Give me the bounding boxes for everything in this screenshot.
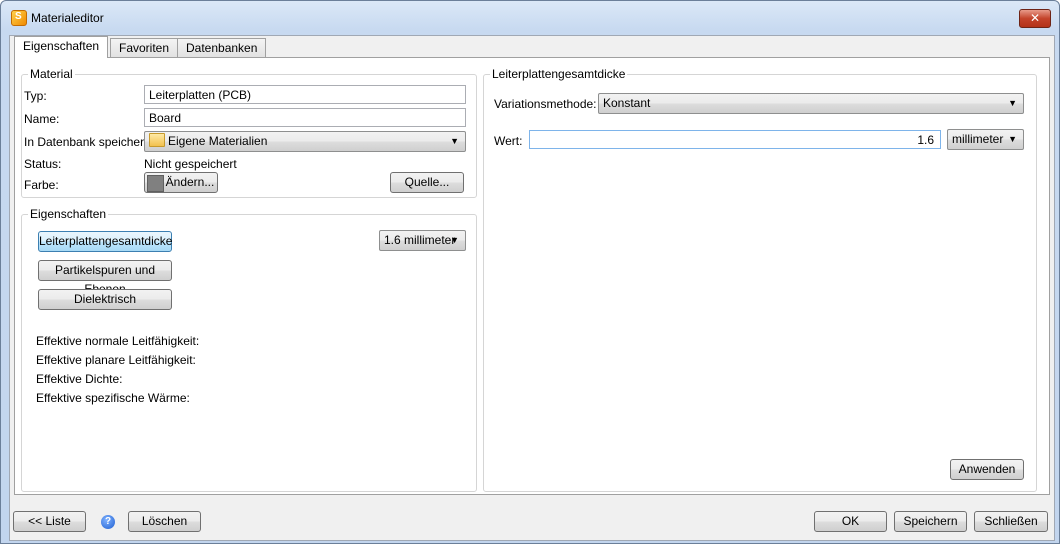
liste-button[interactable]: << Liste — [13, 511, 86, 532]
unit-dropdown[interactable]: millimeter ▼ — [947, 129, 1024, 150]
unit-value: millimeter — [952, 132, 1004, 146]
leiterplattengesamtdicke-button[interactable]: Leiterplattengesamtdicke — [38, 231, 172, 252]
partikelspuren-button[interactable]: Partikelspuren und Ebenen — [38, 260, 172, 296]
tab-panel-eigenschaften: Material Typ: Leiterplatten (PCB) Name: … — [14, 57, 1050, 495]
help-icon[interactable]: ? — [101, 515, 115, 529]
aendern-label: Ändern... — [165, 175, 215, 189]
ok-button[interactable]: OK — [814, 511, 887, 532]
window-title: Materialeditor — [31, 11, 104, 25]
quelle-button[interactable]: Quelle... — [390, 172, 464, 193]
material-group: Material Typ: Leiterplatten (PCB) Name: … — [21, 67, 477, 198]
database-value: Eigene Materialien — [168, 134, 268, 148]
close-button[interactable]: ✕ — [1019, 9, 1051, 28]
chevron-down-icon: ▼ — [1008, 98, 1017, 108]
app-logo-icon: S — [11, 10, 27, 26]
typ-label: Typ: — [24, 89, 47, 103]
db-label: In Datenbank speichern: — [24, 135, 155, 149]
speichern-button[interactable]: Speichern — [894, 511, 967, 532]
aendern-button[interactable]: Ändern... — [144, 172, 218, 193]
status-value: Nicht gespeichert — [144, 157, 237, 171]
farbe-label: Farbe: — [24, 178, 59, 192]
dielektrisch-button[interactable]: Dielektrisch — [38, 289, 172, 310]
effective-normal-conductivity-label: Effektive normale Leitfähigkeit: — [36, 334, 200, 348]
database-dropdown[interactable]: Eigene Materialien ▼ — [144, 131, 466, 152]
wert-label: Wert: — [494, 134, 523, 148]
thickness-value: 1.6 millimeter — [384, 233, 456, 247]
window: S Materialeditor ✕ Eigenschaften Favorit… — [0, 0, 1060, 544]
effective-density-label: Effektive Dichte: — [36, 372, 123, 386]
tab-favoriten[interactable]: Favoriten — [110, 38, 179, 57]
loeschen-button[interactable]: Löschen — [128, 511, 201, 532]
name-label: Name: — [24, 112, 60, 126]
effective-planar-conductivity-label: Effektive planare Leitfähigkeit: — [36, 353, 196, 367]
chevron-down-icon: ▼ — [450, 136, 459, 146]
wert-field[interactable]: 1.6 — [529, 130, 941, 149]
material-group-title: Material — [28, 67, 75, 81]
thickness-dropdown[interactable]: 1.6 millimeter ▼ — [379, 230, 466, 251]
eigenschaften-group: Eigenschaften Leiterplattengesamtdicke P… — [21, 207, 477, 492]
effective-specific-heat-label: Effektive spezifische Wärme: — [36, 391, 190, 405]
chevron-down-icon: ▼ — [450, 235, 459, 245]
variation-dropdown[interactable]: Konstant ▼ — [598, 93, 1024, 114]
tab-eigenschaften[interactable]: Eigenschaften — [14, 36, 109, 58]
color-swatch — [147, 175, 164, 192]
anwenden-button[interactable]: Anwenden — [950, 459, 1024, 480]
database-folder-icon — [149, 133, 165, 147]
name-field[interactable]: Board — [144, 108, 466, 127]
title-bar: S Materialeditor ✕ — [1, 1, 1059, 31]
thickness-group: Leiterplattengesamtdicke Variationsmetho… — [483, 67, 1037, 492]
tab-datenbanken[interactable]: Datenbanken — [177, 38, 267, 57]
variation-value: Konstant — [603, 96, 651, 110]
typ-field[interactable]: Leiterplatten (PCB) — [144, 85, 466, 104]
client-area: Eigenschaften Favoriten Datenbanken Mate… — [9, 35, 1055, 541]
thickness-group-title: Leiterplattengesamtdicke — [490, 67, 628, 81]
schliessen-button[interactable]: Schließen — [974, 511, 1048, 532]
chevron-down-icon: ▼ — [1008, 134, 1017, 144]
variation-label: Variationsmethode: — [494, 97, 597, 111]
status-label: Status: — [24, 157, 62, 171]
eigenschaften-group-title: Eigenschaften — [28, 207, 109, 221]
